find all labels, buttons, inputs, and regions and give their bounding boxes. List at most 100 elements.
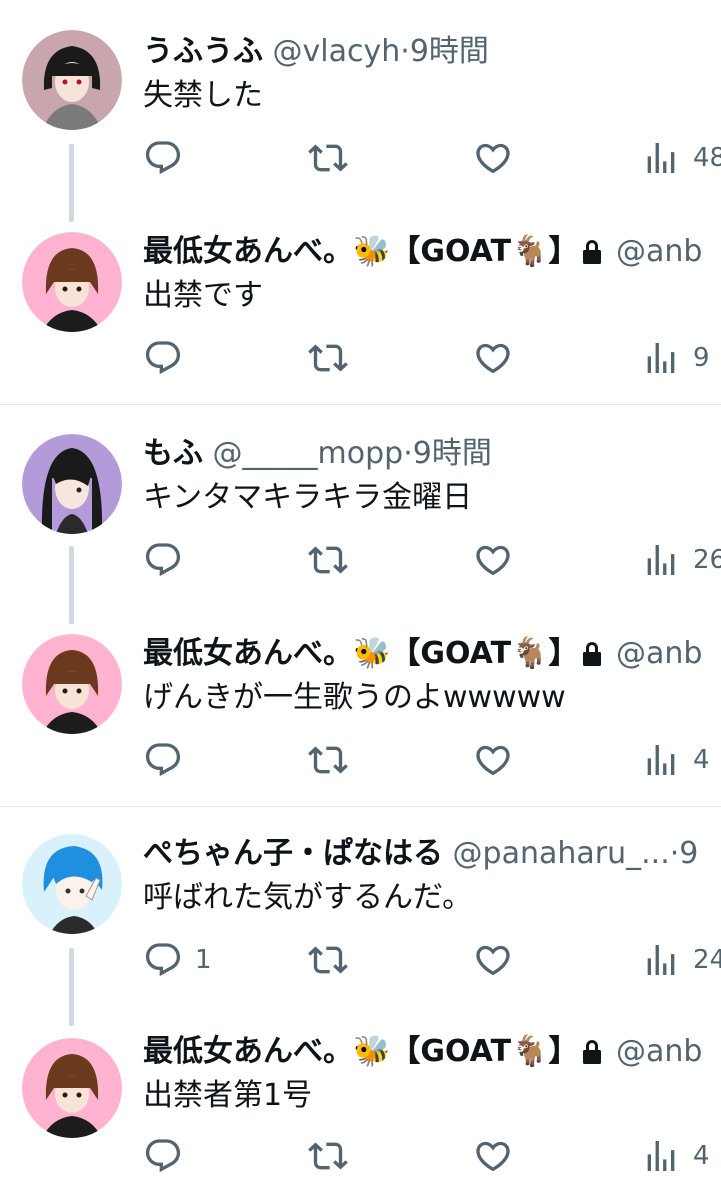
views-count: 24 [693,945,721,975]
action-bar: 48 [143,136,721,180]
display-name[interactable]: うふうふ [143,34,263,69]
views-button[interactable]: 26 [641,538,721,582]
lock-icon [582,641,602,667]
views-icon [641,1136,681,1176]
retweet-button[interactable] [308,336,348,380]
views-count: 48 [693,143,721,173]
retweet-button[interactable] [308,1134,348,1178]
reply-count: 1 [195,945,212,975]
views-icon [641,338,681,378]
retweet-icon [308,940,348,980]
timestamp[interactable]: 9時間 [410,34,489,69]
user-handle[interactable]: @panaharu_... [453,836,670,871]
retweet-button[interactable] [308,738,348,782]
tweet-header: 最低女あんべ。🐝【GOAT🐐】 @anb [143,230,702,274]
avatar[interactable] [22,30,122,130]
retweet-button[interactable] [308,538,348,582]
user-handle[interactable]: @anb [616,1034,702,1069]
retweet-icon [308,338,348,378]
user-handle[interactable]: @anb [616,636,702,671]
lock-icon [582,1039,602,1065]
divider [0,806,721,807]
views-count: 4 [693,745,710,775]
views-count: 4 [693,1141,710,1171]
like-button[interactable] [473,136,513,180]
tweet-text: 出禁です [143,278,263,313]
retweet-button[interactable] [308,136,348,180]
reply-icon [143,138,183,178]
display-name[interactable]: ぺちゃん子・ぱなはる [143,836,443,871]
display-name[interactable]: もふ [143,436,203,471]
avatar[interactable] [22,1038,122,1138]
views-icon [641,940,681,980]
tweet-text: 呼ばれた気がするんだ。 [143,880,473,915]
reply-button[interactable] [143,336,195,380]
timestamp[interactable]: 9 [679,836,698,871]
avatar[interactable] [22,834,122,934]
like-icon [473,540,513,580]
tweet-reply[interactable]: 最低女あんべ。🐝【GOAT🐐】 @anb 出禁です 9 [0,230,721,400]
user-handle[interactable]: @_____mopp [213,436,404,471]
views-count: 26 [693,545,721,575]
reply-icon [143,940,183,980]
like-icon [473,940,513,980]
avatar[interactable] [22,634,122,734]
reply-button[interactable]: 1 [143,938,212,982]
tweet-parent[interactable]: ぺちゃん子・ぱなはる @panaharu_...·9 呼ばれた気がするんだ。 1… [0,832,721,1002]
user-handle[interactable]: @anb [616,234,702,269]
tweet-header: 最低女あんべ。🐝【GOAT🐐】 @anb [143,1030,702,1074]
views-button[interactable]: 48 [641,136,721,180]
reply-icon [143,1136,183,1176]
like-button[interactable] [473,738,513,782]
views-button[interactable]: 24 [641,938,721,982]
tweet-parent[interactable]: もふ @_____mopp·9時間 キンタマキラキラ金曜日 26 [0,432,721,602]
display-name[interactable]: 最低女あんべ。🐝【GOAT🐐】 [143,1034,578,1069]
tweet-text: キンタマキラキラ金曜日 [143,480,473,515]
views-icon [641,740,681,780]
like-button[interactable] [473,1134,513,1178]
like-button[interactable] [473,938,513,982]
tweet-reply[interactable]: 最低女あんべ。🐝【GOAT🐐】 @anb 出禁者第1号 4 [0,1030,721,1199]
reply-button[interactable] [143,1134,195,1178]
views-icon [641,540,681,580]
display-name[interactable]: 最低女あんべ。🐝【GOAT🐐】 [143,234,578,269]
tweet-reply[interactable]: 最低女あんべ。🐝【GOAT🐐】 @anb げんきが一生歌うのよwwwww 4 [0,632,721,802]
avatar[interactable] [22,434,122,534]
reply-button[interactable] [143,538,195,582]
reply-button[interactable] [143,738,195,782]
reply-icon [143,338,183,378]
separator: · [403,436,413,471]
like-icon [473,740,513,780]
user-handle[interactable]: @vlacyh [273,34,401,69]
views-count: 9 [693,343,710,373]
views-icon [641,138,681,178]
timestamp[interactable]: 9時間 [413,436,492,471]
tweet-text: 失禁した [143,78,263,113]
retweet-icon [308,540,348,580]
action-bar: 26 [143,538,721,582]
tweet-text: 出禁者第1号 [143,1078,313,1113]
like-button[interactable] [473,538,513,582]
tweet-header: 最低女あんべ。🐝【GOAT🐐】 @anb [143,632,702,676]
retweet-icon [308,1136,348,1176]
retweet-icon [308,740,348,780]
avatar[interactable] [22,232,122,332]
separator: · [669,836,680,871]
views-button[interactable]: 4 [641,738,710,782]
reply-button[interactable] [143,136,195,180]
lock-icon [582,239,602,265]
tweet-header: ぺちゃん子・ぱなはる @panaharu_...·9 [143,832,698,876]
retweet-button[interactable] [308,938,348,982]
display-name[interactable]: 最低女あんべ。🐝【GOAT🐐】 [143,636,578,671]
views-button[interactable]: 4 [641,1134,710,1178]
reply-icon [143,540,183,580]
separator: · [400,34,410,69]
views-button[interactable]: 9 [641,336,710,380]
action-bar: 4 [143,1134,721,1178]
like-icon [473,338,513,378]
tweet-header: もふ @_____mopp·9時間 [143,432,492,476]
tweet-header: うふうふ @vlacyh·9時間 [143,30,489,74]
retweet-icon [308,138,348,178]
like-button[interactable] [473,336,513,380]
tweet-parent[interactable]: うふうふ @vlacyh·9時間 失禁した 48 [0,30,721,200]
